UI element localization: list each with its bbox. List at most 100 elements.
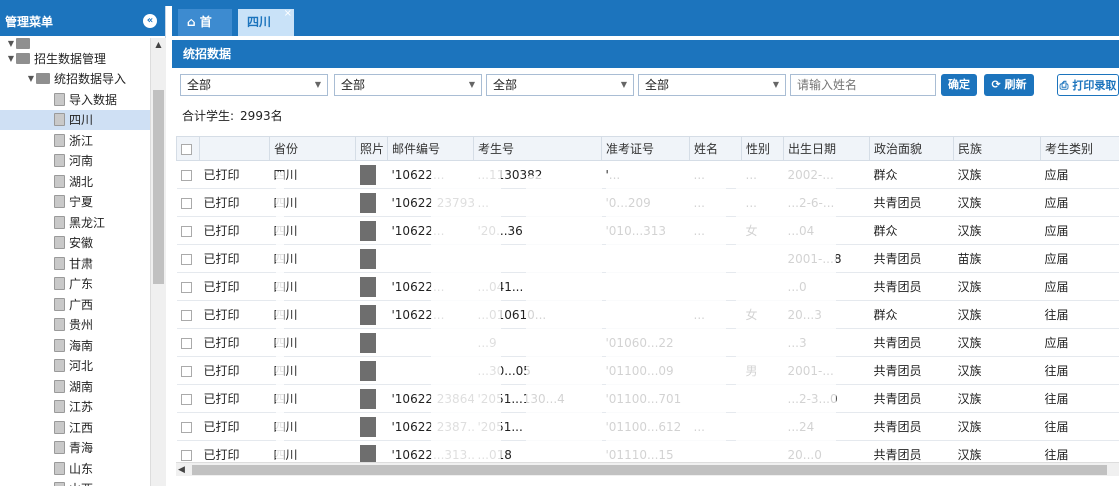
tree-node[interactable]: 广西 — [0, 294, 150, 315]
select-all-checkbox[interactable] — [181, 143, 192, 155]
tree-node[interactable]: 青海 — [0, 438, 150, 459]
tree-node[interactable]: 江西 — [0, 417, 150, 438]
filter-select-2[interactable]: 全部 ▼ — [334, 74, 482, 96]
cell-pol: 共青团员 — [869, 412, 954, 441]
tree-node[interactable]: 山西 — [0, 479, 150, 486]
tree-node[interactable]: 宁夏 — [0, 192, 150, 213]
tree-node-label: 湖南 — [69, 379, 94, 394]
tab-home[interactable]: ⌂ 首页 — [178, 9, 232, 56]
cell-type: 往届 — [1040, 356, 1119, 385]
tree-node[interactable]: ▼ — [0, 38, 150, 49]
row-select-cell[interactable] — [176, 384, 200, 413]
cell-pol: 共青团员 — [869, 272, 954, 301]
row-checkbox[interactable] — [180, 197, 192, 209]
row-checkbox[interactable] — [180, 393, 192, 405]
row-select-cell[interactable] — [176, 356, 200, 385]
tree-node[interactable]: 导入数据 — [0, 89, 150, 110]
tree-node[interactable]: ▼ 统招数据导入 — [0, 69, 150, 90]
sidebar-title: 管理菜单 — [5, 14, 54, 29]
column-header: 民族 — [953, 136, 1041, 161]
cell-nation: 汉族 — [953, 300, 1041, 329]
tab-sichuan[interactable]: 四川 × — [238, 8, 294, 36]
cell-pol: 共青团员 — [869, 384, 954, 413]
row-select-cell[interactable] — [176, 216, 200, 245]
tree-node[interactable]: 江苏 — [0, 397, 150, 418]
row-checkbox[interactable] — [180, 337, 192, 349]
refresh-button[interactable]: ⟳ 刷新 — [984, 74, 1034, 96]
tree-node[interactable]: ▼ 招生数据管理 — [0, 48, 150, 69]
cell-nation: 苗族 — [953, 244, 1041, 273]
expand-arrow-icon[interactable]: ▼ — [6, 54, 16, 63]
double-chevron-left-icon[interactable]: « — [143, 14, 157, 28]
filter-select-3[interactable]: 全部 ▼ — [486, 74, 634, 96]
scrollbar-thumb[interactable] — [153, 90, 164, 284]
tree-node[interactable]: 湖北 — [0, 171, 150, 192]
row-checkbox[interactable] — [180, 421, 192, 433]
cell-status: 已打印 — [199, 300, 270, 329]
sidebar-scrollbar[interactable]: ▲ — [150, 38, 166, 486]
row-checkbox[interactable] — [180, 281, 192, 293]
row-select-cell[interactable] — [176, 300, 200, 329]
file-icon — [54, 195, 65, 209]
chevron-down-icon: ▼ — [620, 80, 627, 89]
tree-node[interactable]: 安徽 — [0, 233, 150, 254]
tree-node[interactable]: 四川 — [0, 109, 150, 130]
tree-node[interactable]: 海南 — [0, 335, 150, 356]
cell-type: 应届 — [1040, 160, 1119, 189]
row-select-cell[interactable] — [176, 160, 200, 189]
scroll-left-icon[interactable]: ◀ — [178, 463, 185, 477]
tree-node-label: 导入数据 — [69, 92, 118, 107]
scroll-up-icon[interactable]: ▲ — [151, 38, 166, 52]
filter-select-4[interactable]: 全部 ▼ — [638, 74, 786, 96]
row-select-cell[interactable] — [176, 188, 200, 217]
tree-node[interactable]: 湖南 — [0, 376, 150, 397]
tree-node[interactable]: 甘肃 — [0, 253, 150, 274]
file-icon — [54, 379, 65, 393]
horizontal-scrollbar[interactable]: ◀ — [176, 462, 1119, 476]
tree-node[interactable]: 广东 — [0, 274, 150, 295]
tree-node-label: 山东 — [69, 461, 94, 476]
cell-status: 已打印 — [199, 328, 270, 357]
row-checkbox[interactable] — [180, 225, 192, 237]
tree-node[interactable]: 贵州 — [0, 315, 150, 336]
row-select-cell[interactable] — [176, 328, 200, 357]
file-icon — [54, 174, 65, 188]
file-icon — [54, 359, 65, 373]
tree-node[interactable]: 山东 — [0, 458, 150, 479]
tree-node-label: 广东 — [69, 277, 94, 292]
tree-node[interactable]: 河北 — [0, 356, 150, 377]
tree-node[interactable]: 黑龙江 — [0, 212, 150, 233]
row-checkbox[interactable] — [180, 365, 192, 377]
photo-cell — [355, 440, 388, 462]
row-checkbox[interactable] — [180, 169, 192, 181]
confirm-button[interactable]: 确定 — [941, 74, 977, 96]
tree-node[interactable]: 河南 — [0, 151, 150, 172]
column-header: 政治面貌 — [869, 136, 954, 161]
expand-arrow-icon[interactable]: ▼ — [6, 39, 16, 48]
row-checkbox[interactable] — [180, 449, 192, 461]
cell-type: 往届 — [1040, 300, 1119, 329]
cell-nation: 汉族 — [953, 188, 1041, 217]
file-icon — [54, 482, 65, 486]
column-header: 性别 — [741, 136, 784, 161]
scrollbar-thumb[interactable] — [192, 465, 1107, 475]
row-select-cell[interactable] — [176, 440, 200, 462]
cell-status: 已打印 — [199, 188, 270, 217]
close-icon[interactable]: × — [284, 0, 292, 27]
row-select-cell[interactable] — [176, 244, 200, 273]
data-grid: 省份 照片 邮件编号 考生号 准考证号 姓名 性别 出生日期 政治面貌 民族 考生类别 已打印 四川 '… — [176, 136, 1119, 462]
row-checkbox[interactable] — [180, 253, 192, 265]
print-button[interactable]: ⎙ 打印录取 — [1057, 74, 1119, 96]
summary-label: 合计学生: — [182, 109, 235, 123]
row-checkbox[interactable] — [180, 309, 192, 321]
expand-arrow-icon[interactable]: ▼ — [26, 74, 36, 83]
photo-cell — [355, 412, 388, 441]
name-search-input[interactable] — [790, 74, 936, 96]
row-select-cell[interactable] — [176, 412, 200, 441]
select-all-header[interactable] — [176, 136, 200, 161]
row-select-cell[interactable] — [176, 272, 200, 301]
file-icon — [54, 297, 65, 311]
filter-select-1[interactable]: 全部 ▼ — [180, 74, 328, 96]
table-header-row: 省份 照片 邮件编号 考生号 准考证号 姓名 性别 出生日期 政治面貌 民族 考生类别 — [176, 136, 1119, 161]
tree-node[interactable]: 浙江 — [0, 130, 150, 151]
